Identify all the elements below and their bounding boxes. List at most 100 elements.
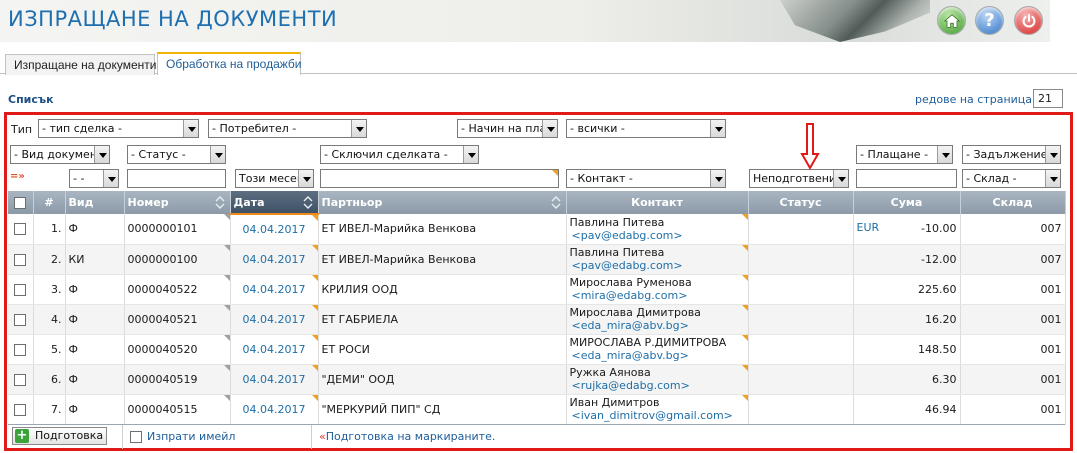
contact-email-link[interactable]: <eda_mira@abv.bg> bbox=[570, 349, 745, 362]
doc-type-select[interactable]: - Вид документ bbox=[10, 145, 110, 164]
doc-date[interactable]: 04.04.2017 bbox=[230, 394, 319, 425]
annotation-arrow-icon bbox=[800, 123, 820, 170]
contact-email-link[interactable]: <mira@edabg.com> bbox=[570, 289, 745, 302]
tab-sales-processing[interactable]: Обработка на продажби bbox=[157, 52, 302, 75]
table-row[interactable]: 3. Ф 0000040522 04.04.2017 КРИЛИЯ ООД Миросла… bbox=[8, 274, 1066, 305]
row-checkbox-cell[interactable] bbox=[8, 244, 34, 275]
doc-number[interactable]: 0000040520 bbox=[124, 334, 231, 365]
row-checkbox[interactable] bbox=[14, 373, 27, 386]
select-all-checkbox[interactable] bbox=[14, 197, 27, 209]
contact-cell[interactable]: Мирослава Руменова <mira@edabg.com> bbox=[566, 274, 749, 305]
doc-date[interactable]: 04.04.2017 bbox=[230, 274, 319, 305]
debt-select[interactable]: - Задължение - bbox=[962, 145, 1061, 164]
dropdown-arrow-icon bbox=[710, 120, 725, 137]
doc-number[interactable]: 0000000100 bbox=[124, 244, 231, 275]
partner-name: ЕТ ГАБРИЕЛА bbox=[318, 304, 567, 335]
send-email-option[interactable]: Изпрати имейл bbox=[130, 430, 235, 443]
tab-send-documents[interactable]: Изпращане на документи bbox=[5, 54, 156, 75]
table-row[interactable]: 7. Ф 0000040515 04.04.2017 "МЕРКУРИЙ ПИП" СД… bbox=[8, 394, 1066, 425]
partner-input[interactable] bbox=[320, 169, 559, 188]
number-input[interactable] bbox=[127, 169, 226, 188]
doc-date[interactable]: 04.04.2017 bbox=[230, 304, 319, 335]
doc-date[interactable]: 04.04.2017 bbox=[230, 214, 319, 245]
row-checkbox-cell[interactable] bbox=[8, 274, 34, 305]
col-type[interactable]: Вид bbox=[65, 191, 125, 214]
doc-number[interactable]: 0000040519 bbox=[124, 364, 231, 395]
payment-select[interactable]: - Плащане - bbox=[856, 145, 953, 164]
prepare-button[interactable]: + Подготовка bbox=[12, 427, 107, 445]
deal-type-select[interactable]: - тип сделка - bbox=[38, 119, 199, 138]
concluded-by-select[interactable]: - Сключил сделката - bbox=[320, 145, 479, 164]
status-cell bbox=[748, 394, 854, 425]
help-button[interactable]: ? bbox=[975, 6, 1004, 35]
doc-date[interactable]: 04.04.2017 bbox=[230, 334, 319, 365]
doc-number[interactable]: 0000000101 bbox=[124, 214, 231, 245]
row-checkbox[interactable] bbox=[14, 403, 27, 416]
doc-date[interactable]: 04.04.2017 bbox=[230, 364, 319, 395]
contact-email-link[interactable]: <rujka@edabg.com> bbox=[570, 379, 745, 392]
doc-type: Ф bbox=[65, 394, 125, 425]
send-email-checkbox[interactable] bbox=[130, 431, 142, 443]
col-status[interactable]: Статус bbox=[748, 191, 854, 214]
contact-select[interactable]: - Контакт - bbox=[566, 169, 726, 188]
contact-cell[interactable]: Иван Димитров <ivan_dimitrov@gmail.com> bbox=[566, 394, 749, 425]
contact-cell[interactable]: МИРОСЛАВА Р.ДИМИТРОВА <eda_mira@abv.bg> bbox=[566, 334, 749, 365]
home-button[interactable] bbox=[937, 6, 966, 35]
contact-email-link[interactable]: <pav@edabg.com> bbox=[570, 259, 745, 272]
doc-number[interactable]: 0000040522 bbox=[124, 274, 231, 305]
select-all-cell[interactable] bbox=[8, 191, 34, 214]
user-select[interactable]: - Потребител - bbox=[208, 119, 367, 138]
col-date[interactable]: Дата bbox=[230, 191, 319, 215]
col-number-label: Номер bbox=[127, 196, 169, 209]
col-contact[interactable]: Контакт bbox=[566, 191, 749, 214]
number-operator-select[interactable]: - - bbox=[69, 169, 119, 188]
row-checkbox[interactable] bbox=[14, 283, 27, 296]
row-checkbox[interactable] bbox=[14, 343, 27, 356]
doc-number[interactable]: 0000040515 bbox=[124, 394, 231, 425]
contact-email-link[interactable]: <eda_mira@abv.bg> bbox=[570, 319, 745, 332]
contact-cell[interactable]: Ружка Аянова <rujka@edabg.com> bbox=[566, 364, 749, 395]
reset-filters-icon[interactable]: =» bbox=[10, 171, 25, 182]
table-row[interactable]: 5. Ф 0000040520 04.04.2017 ЕТ РОСИ МИРОСЛАВА … bbox=[8, 334, 1066, 365]
sales-table: # Вид Номер Дата Партньор Контакт Статус… bbox=[8, 191, 1066, 425]
prepare-marked-link[interactable]: «Подготовка на маркираните. bbox=[319, 430, 495, 443]
amount-input[interactable] bbox=[856, 169, 957, 188]
footer-divider bbox=[311, 425, 312, 449]
table-row[interactable]: 6. Ф 0000040519 04.04.2017 "ДЕМИ" ООД Ружка А… bbox=[8, 364, 1066, 395]
payment-method-select[interactable]: - Начин на плаш bbox=[457, 119, 558, 138]
warehouse-select[interactable]: - Склад - bbox=[962, 169, 1061, 188]
row-checkbox-cell[interactable] bbox=[8, 364, 34, 395]
contact-email-link[interactable]: <pav@edabg.com> bbox=[570, 229, 745, 242]
col-amount[interactable]: Сума bbox=[853, 191, 961, 214]
dropdown-arrow-icon bbox=[210, 146, 225, 163]
contact-cell[interactable]: Павлина Питева <pav@edabg.com> bbox=[566, 214, 749, 245]
status-select[interactable]: - Статус - bbox=[127, 145, 226, 164]
contact-cell[interactable]: Павлина Питева <pav@edabg.com> bbox=[566, 244, 749, 275]
row-checkbox-cell[interactable] bbox=[8, 214, 34, 245]
col-warehouse[interactable]: Склад bbox=[960, 191, 1066, 214]
row-checkbox-cell[interactable] bbox=[8, 304, 34, 335]
col-number[interactable]: Номер bbox=[124, 191, 231, 214]
period-select[interactable]: Този месец bbox=[235, 169, 314, 188]
table-row[interactable]: 2. КИ 0000000100 04.04.2017 ЕТ ИВЕЛ-Марийка … bbox=[8, 244, 1066, 275]
table-row[interactable]: 1. Ф 0000000101 04.04.2017 ЕТ ИВЕЛ-Марийка В… bbox=[8, 214, 1066, 245]
row-checkbox-cell[interactable] bbox=[8, 334, 34, 365]
power-button[interactable] bbox=[1014, 6, 1043, 35]
doc-date[interactable]: 04.04.2017 bbox=[230, 244, 319, 275]
col-partner[interactable]: Партньор bbox=[318, 191, 567, 214]
row-checkbox[interactable] bbox=[14, 313, 27, 326]
send-email-label: Изпрати имейл bbox=[147, 430, 236, 443]
row-checkbox[interactable] bbox=[14, 223, 27, 236]
contact-name: Мирослава Руменова bbox=[569, 276, 692, 289]
contact-cell[interactable]: Мирослава Димитрова <eda_mira@abv.bg> bbox=[566, 304, 749, 335]
doc-number[interactable]: 0000040521 bbox=[124, 304, 231, 335]
dropdown-arrow-icon bbox=[298, 170, 313, 187]
table-row[interactable]: 4. Ф 0000040521 04.04.2017 ЕТ ГАБРИЕЛА Миросл… bbox=[8, 304, 1066, 335]
rows-per-page-link[interactable]: редове на страница » bbox=[915, 93, 1042, 106]
prep-status-select[interactable]: Неподготвени bbox=[749, 169, 849, 188]
row-checkbox-cell[interactable] bbox=[8, 394, 34, 425]
rows-per-page-input[interactable]: 21 bbox=[1033, 89, 1063, 108]
contact-email-link[interactable]: <ivan_dimitrov@gmail.com> bbox=[570, 409, 745, 422]
all-select[interactable]: - всички - bbox=[566, 119, 726, 138]
row-checkbox[interactable] bbox=[14, 253, 27, 266]
